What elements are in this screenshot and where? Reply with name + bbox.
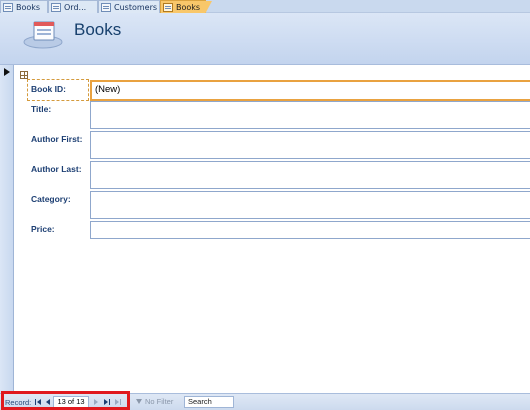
- table-icon: [3, 2, 13, 12]
- tab-orders[interactable]: Ord...: [48, 0, 98, 13]
- move-handle-icon[interactable]: [20, 71, 28, 79]
- no-filter-toggle[interactable]: No Filter: [145, 397, 173, 406]
- document-tab-strip: Books Ord... Customers Books: [0, 0, 530, 14]
- search-input[interactable]: Search: [184, 396, 234, 408]
- tab-customers[interactable]: Customers: [98, 0, 160, 13]
- tab-label: Books: [176, 2, 201, 12]
- tab-label: Customers: [114, 2, 158, 12]
- form-icon: [101, 2, 111, 12]
- tab-books-table[interactable]: Books: [0, 0, 48, 13]
- tab-label: Books: [16, 2, 41, 12]
- filter-icon: [136, 399, 142, 404]
- title-field[interactable]: [90, 101, 530, 129]
- price-field[interactable]: [90, 221, 530, 239]
- record-selector[interactable]: [0, 65, 14, 393]
- category-label: Category:: [31, 194, 71, 204]
- form-icon: [23, 21, 63, 49]
- form-header: Books: [0, 13, 530, 65]
- book-id-field[interactable]: (New): [90, 80, 530, 101]
- page-title: Books: [74, 20, 122, 39]
- tab-label: Ord...: [64, 2, 87, 12]
- form-icon: [163, 2, 173, 12]
- tab-books-form[interactable]: Books: [160, 0, 212, 14]
- author-first-field[interactable]: [90, 131, 530, 159]
- title-label: Title:: [31, 104, 52, 114]
- price-label: Price:: [31, 224, 55, 234]
- author-last-label: Author Last:: [31, 164, 82, 174]
- form-icon: [51, 2, 61, 12]
- author-first-label: Author First:: [31, 134, 83, 144]
- book-id-label: Book ID:: [31, 84, 66, 94]
- author-last-field[interactable]: [90, 161, 530, 189]
- navigation-highlight-box: [1, 391, 130, 410]
- category-field[interactable]: [90, 191, 530, 219]
- current-record-arrow-icon: [4, 68, 10, 76]
